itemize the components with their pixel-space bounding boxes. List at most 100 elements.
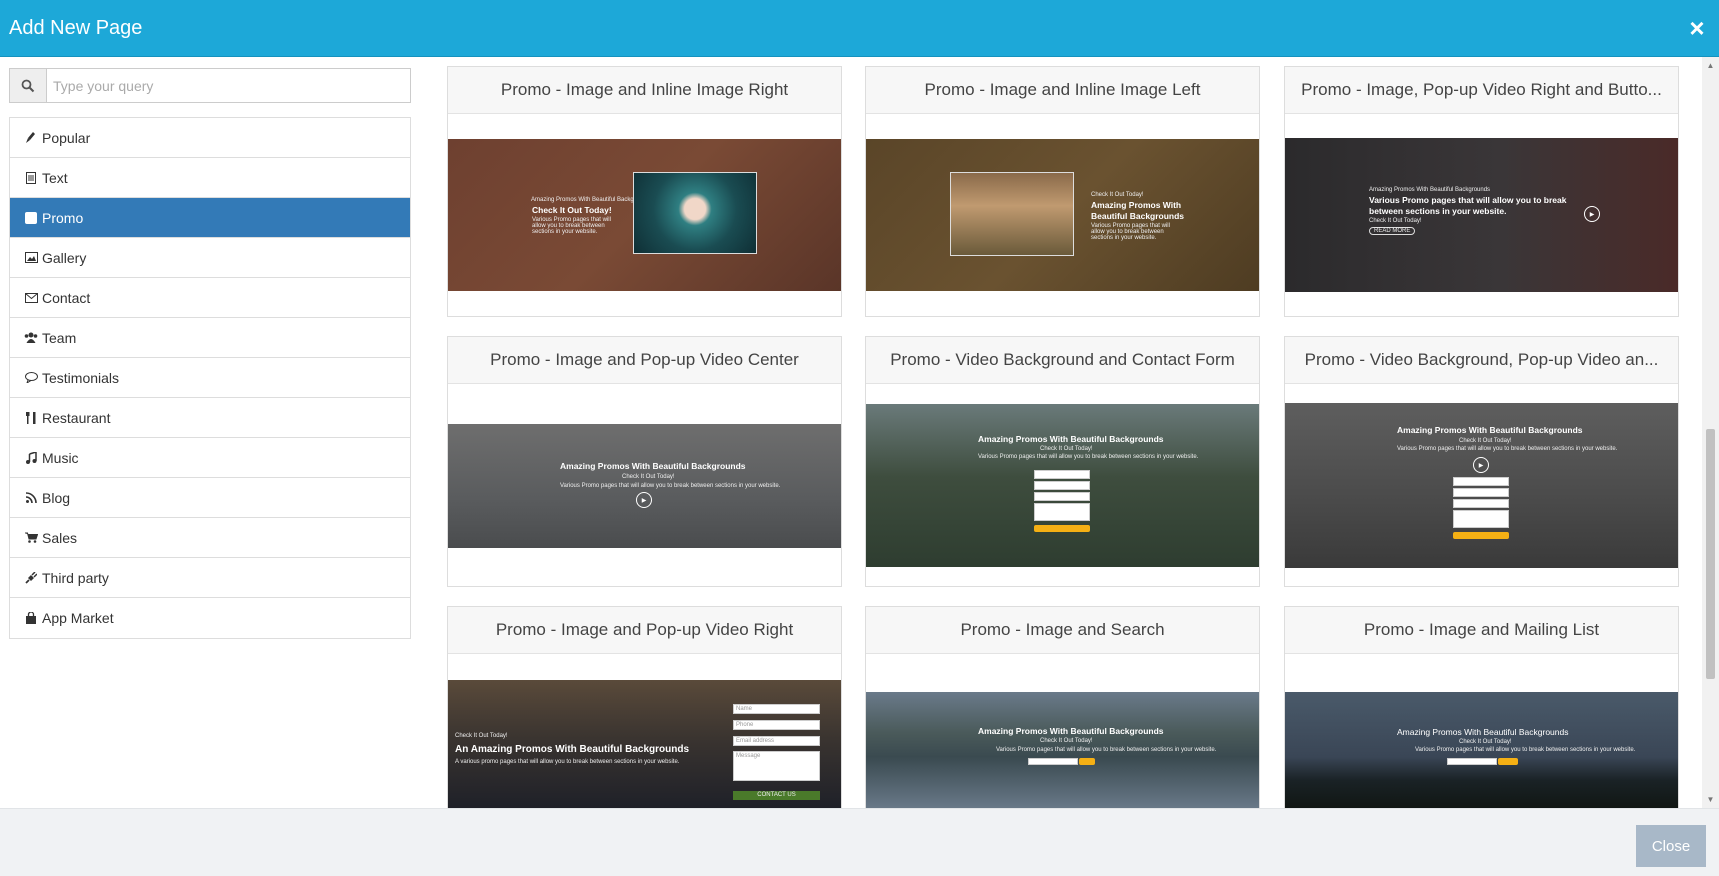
- plug-icon: [24, 571, 38, 584]
- category-item-restaurant[interactable]: Restaurant: [10, 398, 410, 438]
- inline-image: [950, 172, 1074, 256]
- scrollbar-thumb[interactable]: [1706, 429, 1715, 679]
- email-field: [1034, 492, 1090, 501]
- music-icon: [24, 451, 38, 464]
- template-card[interactable]: Promo - Video Background, Pop-up Video a…: [1284, 336, 1679, 587]
- category-item-third-party[interactable]: Third party: [10, 558, 410, 598]
- contact-us-button: [1034, 525, 1090, 532]
- template-card[interactable]: Promo - Video Background and Contact For…: [865, 336, 1260, 587]
- template-thumbnail: Amazing Promos With Beautiful Background…: [448, 424, 841, 548]
- template-card[interactable]: Promo - Image and Mailing List Amazing P…: [1284, 606, 1679, 808]
- category-item-blog[interactable]: Blog: [10, 478, 410, 518]
- category-label: Popular: [42, 129, 91, 146]
- message-field: [1453, 510, 1509, 528]
- thumb-text: Various Promo pages that will allow you …: [532, 217, 611, 235]
- thumb-text: Various Promo pages that will allow you …: [560, 483, 781, 489]
- rocket-icon: [24, 131, 38, 144]
- phone-field: [1453, 488, 1509, 497]
- thumb-text: Amazing Promos With Beautiful Background…: [560, 461, 746, 471]
- modal-body: Popular Text Promo Gallery Contact Team …: [0, 57, 1719, 808]
- message-field: [1034, 503, 1090, 521]
- scroll-up-arrow-icon[interactable]: ▲: [1702, 57, 1719, 74]
- read-more-button: READ MORE: [1369, 227, 1416, 235]
- thumb-text: Various Promo pages that will allow you …: [996, 747, 1217, 753]
- template-card[interactable]: Promo - Image and Inline Image Right Ama…: [447, 66, 842, 317]
- template-thumbnail: Amazing Promos With Beautiful Background…: [1285, 692, 1678, 808]
- template-thumbnail: Amazing Promos With Beautiful Background…: [1285, 138, 1678, 292]
- thumb-text: Amazing Promos With Beautiful Background…: [978, 726, 1164, 736]
- thumb-text: Check It Out Today!: [1459, 438, 1512, 444]
- template-card[interactable]: Promo - Image and Inline Image Left Chec…: [865, 66, 1260, 317]
- close-button[interactable]: Close: [1636, 825, 1706, 867]
- category-item-sales[interactable]: Sales: [10, 518, 410, 558]
- category-item-team[interactable]: Team: [10, 318, 410, 358]
- template-thumbnail: Amazing Promos With Beautiful Background…: [1285, 403, 1678, 568]
- thumb-text: Check It Out Today!: [455, 733, 508, 739]
- category-item-gallery[interactable]: Gallery: [10, 238, 410, 278]
- template-title: Promo - Image and Inline Image Left: [866, 67, 1259, 114]
- category-item-promo[interactable]: Promo: [10, 198, 410, 238]
- thumb-text: Check It Out Today!: [1040, 446, 1093, 452]
- thumb-text: Amazing Promos With Beautiful Background…: [1397, 727, 1569, 737]
- search-box: [9, 68, 411, 103]
- image-icon: [24, 252, 38, 263]
- close-icon[interactable]: ×: [1685, 15, 1709, 41]
- thumb-text: Amazing Promos With Beautiful Background…: [1369, 187, 1491, 193]
- category-item-popular[interactable]: Popular: [10, 118, 410, 158]
- scroll-down-arrow-icon[interactable]: ▼: [1702, 791, 1719, 808]
- category-item-contact[interactable]: Contact: [10, 278, 410, 318]
- category-item-app-market[interactable]: App Market: [10, 598, 410, 638]
- category-label: Testimonials: [42, 369, 120, 386]
- template-title: Promo - Video Background, Pop-up Video a…: [1285, 337, 1678, 384]
- thumb-text: Beautiful Backgrounds: [1091, 211, 1185, 221]
- category-list: Popular Text Promo Gallery Contact Team …: [9, 117, 411, 639]
- shopping-cart-icon: [24, 532, 38, 543]
- category-item-music[interactable]: Music: [10, 438, 410, 478]
- thumb-text: Amazing Promos With Beautiful Background…: [1397, 425, 1583, 435]
- template-thumbnail: Amazing Promos With Beautiful Background…: [866, 404, 1259, 567]
- template-card[interactable]: Promo - Image, Pop-up Video Right and Bu…: [1284, 66, 1679, 317]
- modal-footer: Close: [0, 808, 1719, 876]
- template-card[interactable]: Promo - Image and Pop-up Video Center Am…: [447, 336, 842, 587]
- email-field: [1447, 758, 1497, 765]
- inline-image: [633, 172, 757, 254]
- play-icon: ▶: [1584, 206, 1600, 222]
- template-title: Promo - Image and Pop-up Video Center: [448, 337, 841, 384]
- thumb-text: Check It Out Today!: [1040, 738, 1093, 744]
- search-field: [1028, 758, 1078, 765]
- thumb-text: Check It Out Today!: [1369, 218, 1422, 224]
- thumb-text: An Amazing Promos With Beautiful Backgro…: [455, 744, 689, 755]
- category-item-text[interactable]: Text: [10, 158, 410, 198]
- thumb-text: Amazing Promos With: [1091, 200, 1182, 210]
- template-card[interactable]: Promo - Image and Pop-up Video Right Che…: [447, 606, 842, 808]
- modal-title: Add New Page: [9, 17, 143, 39]
- email-field: [1453, 499, 1509, 508]
- message-field: Message: [733, 751, 820, 781]
- scrollbar[interactable]: ▲ ▼: [1702, 57, 1719, 808]
- play-icon: ▶: [636, 492, 652, 508]
- category-label: Restaurant: [42, 409, 111, 426]
- search-input[interactable]: [47, 69, 410, 102]
- category-item-testimonials[interactable]: Testimonials: [10, 358, 410, 398]
- thumb-text: Various Promo pages that will allow you …: [1397, 446, 1618, 452]
- shopping-bag-icon: [24, 612, 38, 624]
- subscribe-button: [1498, 758, 1518, 765]
- thumb-text: Check It Out Today!: [1459, 739, 1512, 745]
- template-title: Promo - Image and Pop-up Video Right: [448, 607, 841, 654]
- envelope-icon: [24, 292, 38, 303]
- thumb-text: A various promo pages that will allow yo…: [455, 759, 680, 765]
- phone-field: Phone: [733, 720, 820, 730]
- template-card[interactable]: Promo - Image and Search Amazing Promos …: [865, 606, 1260, 808]
- thumb-text: Check It Out Today!: [532, 205, 612, 215]
- modal-header: Add New Page ×: [0, 0, 1719, 57]
- category-label: Promo: [42, 209, 84, 226]
- users-icon: [24, 332, 38, 343]
- contact-us-button: CONTACT US: [733, 791, 820, 800]
- square-icon: [24, 211, 38, 224]
- name-field: Name: [733, 704, 820, 714]
- name-field: [1034, 470, 1090, 479]
- contact-us-button: [1453, 532, 1509, 539]
- thumb-text: Various Promo pages that will allow you …: [1091, 223, 1170, 241]
- phone-field: [1034, 481, 1090, 490]
- cutlery-icon: [24, 411, 38, 424]
